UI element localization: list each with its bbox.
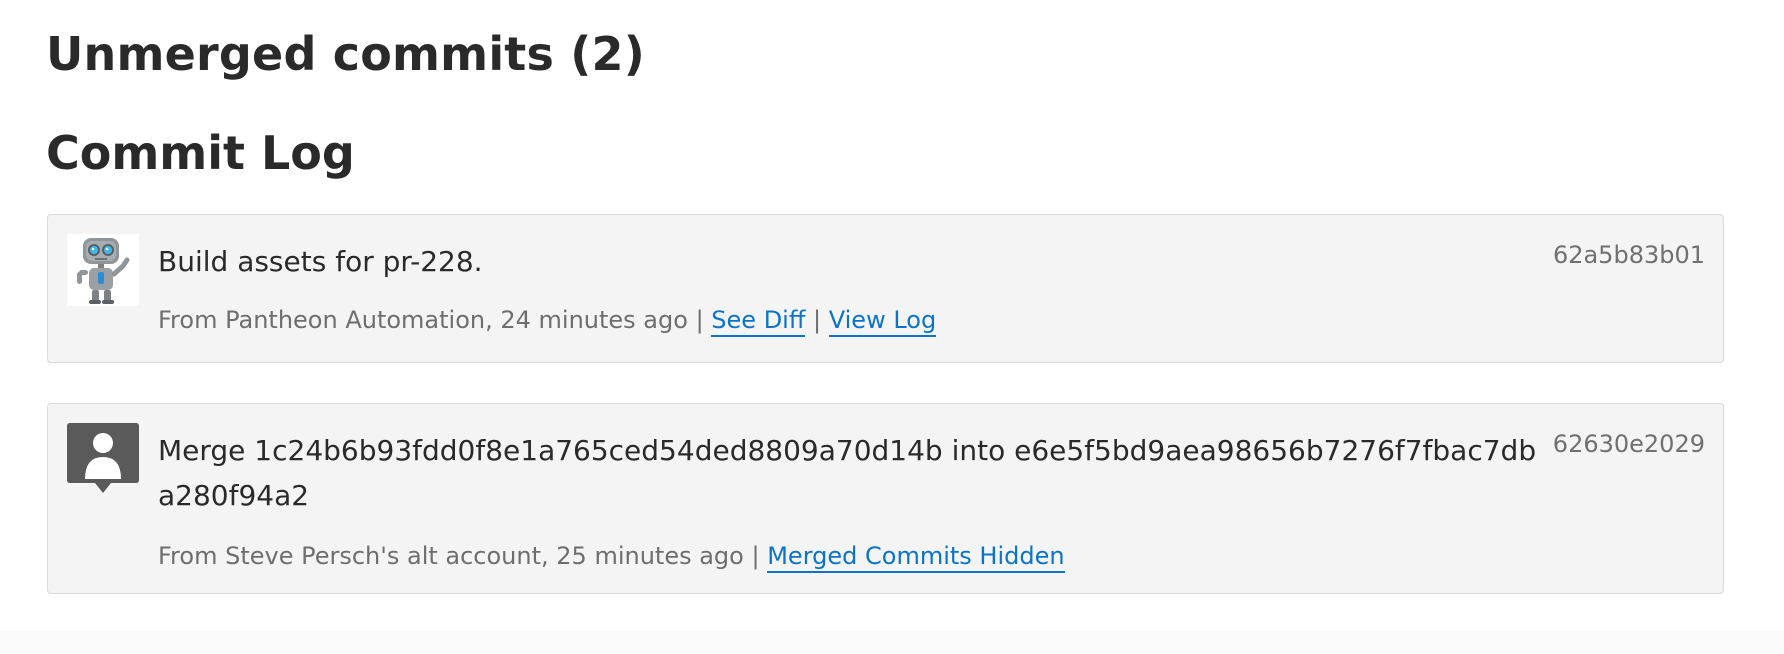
commit-message: Build assets for pr-228. bbox=[158, 245, 483, 278]
commit-card: Build assets for pr-228. From Pantheon A… bbox=[47, 214, 1724, 363]
commit-author-time: From Steve Persch's alt account, 25 minu… bbox=[158, 542, 744, 570]
page-footer-divider bbox=[0, 630, 1784, 654]
commit-log-heading: Commit Log bbox=[46, 126, 355, 180]
separator: | bbox=[813, 306, 822, 334]
commit-card: Merge 1c24b6b93fdd0f8e1a765ced54ded8809a… bbox=[47, 403, 1724, 594]
unmerged-commits-heading: Unmerged commits (2) bbox=[46, 27, 645, 81]
commit-meta: From Pantheon Automation, 24 minutes ago… bbox=[158, 302, 937, 338]
separator: | bbox=[695, 306, 704, 334]
robot-avatar-icon bbox=[67, 234, 139, 306]
view-log-link[interactable]: View Log bbox=[828, 306, 937, 337]
commit-hash: 62a5b83b01 bbox=[1552, 241, 1705, 269]
commit-meta: From Steve Persch's alt account, 25 minu… bbox=[158, 538, 1065, 574]
commit-message: Merge 1c24b6b93fdd0f8e1a765ced54ded8809a… bbox=[158, 434, 1537, 512]
default-user-avatar-icon bbox=[67, 423, 139, 493]
commit-hash: 62630e2029 bbox=[1552, 430, 1705, 458]
merged-commits-hidden-link[interactable]: Merged Commits Hidden bbox=[767, 542, 1065, 573]
page: Unmerged commits (2) Commit Log Build as… bbox=[0, 0, 1784, 654]
see-diff-link[interactable]: See Diff bbox=[711, 306, 806, 337]
separator: | bbox=[751, 542, 760, 570]
commit-author-time: From Pantheon Automation, 24 minutes ago bbox=[158, 306, 688, 334]
